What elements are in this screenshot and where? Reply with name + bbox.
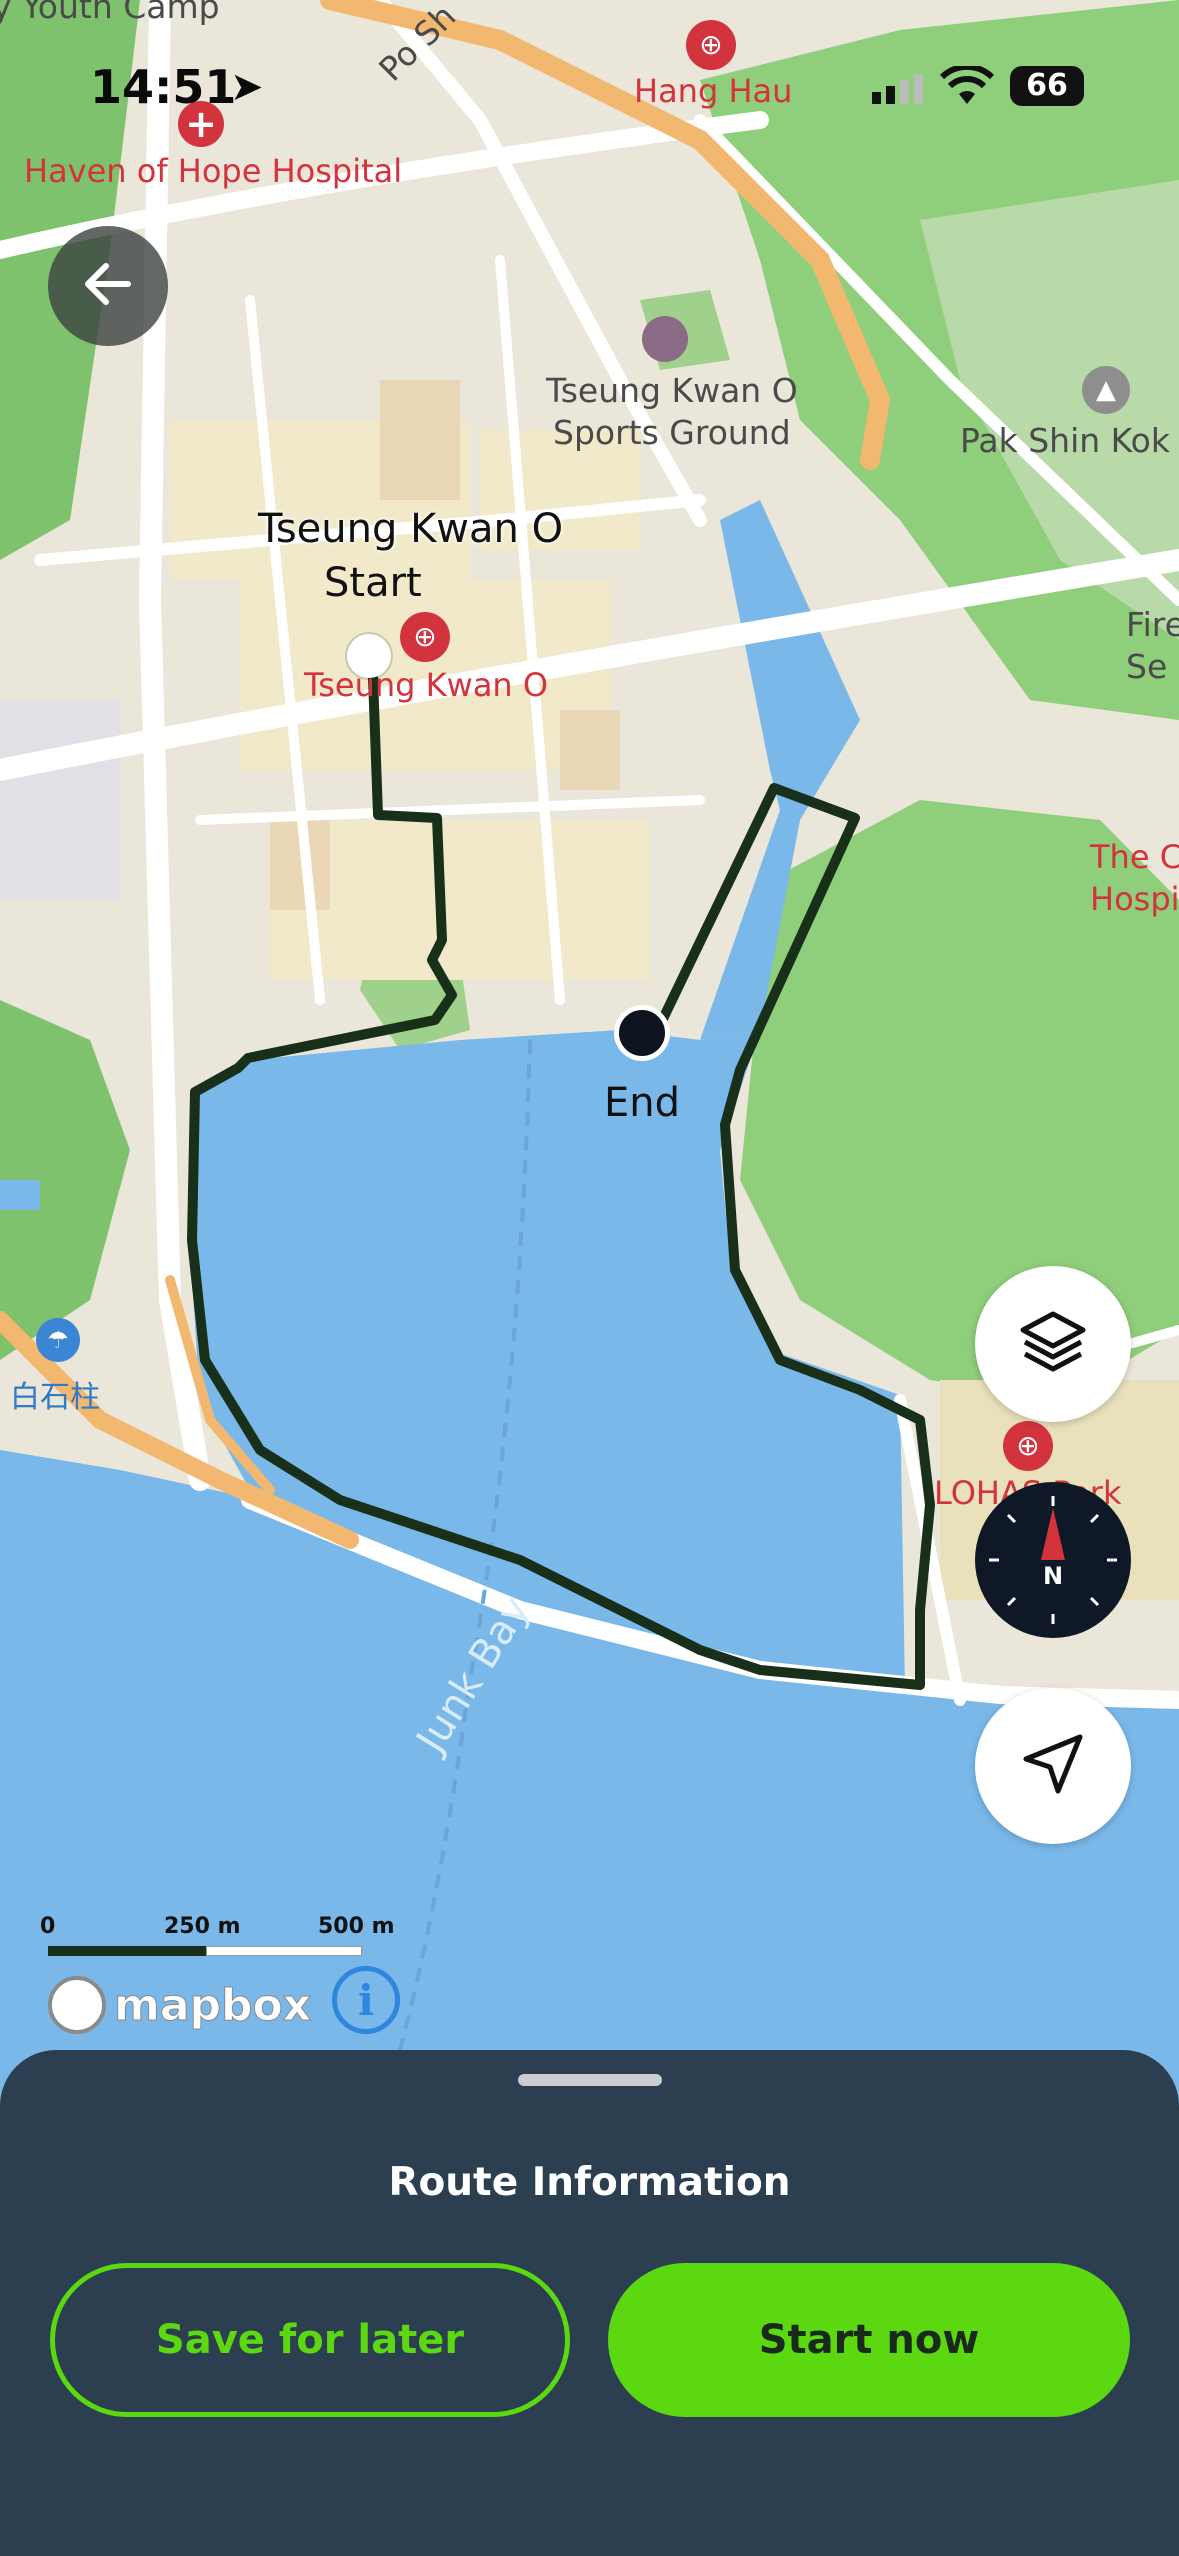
map-label-hang-hau: Hang Hau bbox=[634, 72, 793, 110]
battery-icon: 66 bbox=[1010, 66, 1084, 106]
beach-poi-icon: ☂ bbox=[36, 1318, 80, 1362]
map-label-pak-shin-kok: Pak Shin Kok S bbox=[960, 421, 1179, 460]
mapbox-attribution: mapbox bbox=[48, 1976, 312, 2034]
route-end-tag: End bbox=[604, 1080, 681, 1126]
sheet-title: Route Information bbox=[388, 2160, 791, 2205]
mapbox-wordmark: mapbox bbox=[113, 1979, 312, 2031]
sports-ground-poi-icon bbox=[642, 316, 688, 362]
mtr-tseung-kwan-o-icon: ⊕ bbox=[400, 612, 450, 662]
map-label-fire-station: Fire Se bbox=[1126, 605, 1179, 686]
sheet-grab-handle[interactable] bbox=[518, 2074, 662, 2086]
start-now-button[interactable]: Start now bbox=[608, 2263, 1130, 2417]
mtr-lohas-park-icon: ⊕ bbox=[1003, 1421, 1053, 1471]
navigation-arrow-icon bbox=[1018, 1729, 1088, 1803]
back-button[interactable] bbox=[48, 226, 168, 346]
map-scale-bar: 0 250 m 500 m bbox=[40, 1914, 420, 1964]
route-start-tag: Start bbox=[324, 560, 422, 606]
scale-tick-500: 500 m bbox=[318, 1914, 395, 1939]
layers-icon bbox=[1017, 1306, 1089, 1382]
wifi-icon bbox=[939, 63, 995, 106]
map-label-sports-ground: Tseung Kwan O Sports Ground bbox=[546, 371, 798, 452]
status-time: 14:51 bbox=[90, 60, 237, 114]
locate-me-button[interactable] bbox=[975, 1688, 1131, 1844]
scale-tick-0: 0 bbox=[40, 1914, 56, 1939]
map-label-tko-station: Tseung Kwan O bbox=[304, 666, 549, 704]
map-label-youth-camp: y Youth Camp bbox=[0, 0, 220, 26]
route-start-name: Tseung Kwan O bbox=[258, 506, 564, 552]
mapbox-logo-icon bbox=[48, 1976, 106, 2034]
mtr-hang-hau-icon: ⊕ bbox=[686, 20, 736, 70]
compass-button[interactable]: N bbox=[975, 1482, 1131, 1638]
map-label-haven-of-hope: Haven of Hope Hospital bbox=[24, 152, 403, 190]
map-layers-button[interactable] bbox=[975, 1266, 1131, 1422]
cellular-signal-icon bbox=[872, 74, 932, 104]
compass-north-letter: N bbox=[1042, 1562, 1064, 1590]
route-info-sheet: Route Information Save for later Start n… bbox=[0, 2050, 1179, 2556]
location-arrow-icon: ➤ bbox=[230, 64, 264, 110]
info-button[interactable]: i bbox=[332, 1966, 400, 2034]
save-for-later-button[interactable]: Save for later bbox=[50, 2263, 570, 2417]
map-label-pak-shek-kok: 白石柱 bbox=[10, 1380, 100, 1415]
arrow-left-icon bbox=[80, 256, 136, 316]
end-marker[interactable] bbox=[614, 1005, 670, 1061]
info-icon: i bbox=[358, 1975, 374, 2025]
map-label-hospital: The C Hospi bbox=[1090, 838, 1179, 918]
compass-icon: N bbox=[975, 1482, 1131, 1638]
scale-tick-250: 250 m bbox=[164, 1914, 241, 1939]
peak-poi-icon: ▲ bbox=[1082, 366, 1130, 414]
